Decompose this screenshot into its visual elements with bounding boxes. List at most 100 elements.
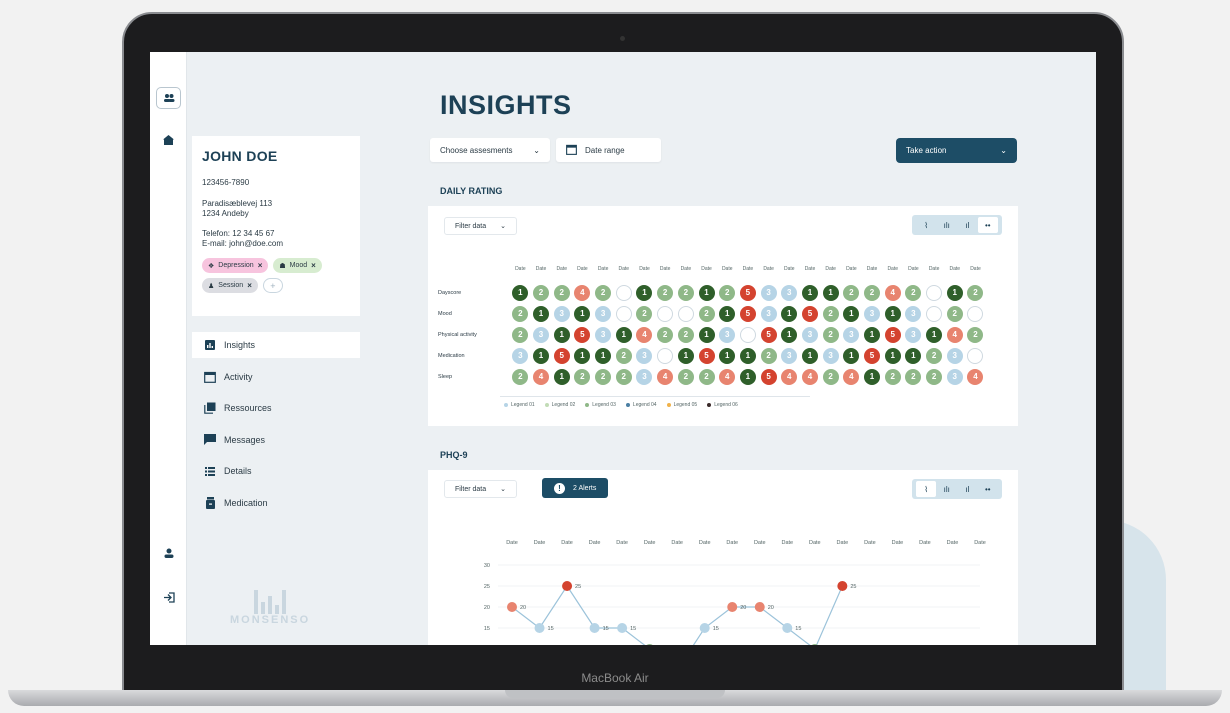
rating-cell[interactable]: 3 — [946, 347, 963, 364]
rating-cell[interactable]: 2 — [595, 284, 612, 301]
rating-cell[interactable]: 2 — [533, 284, 550, 301]
rating-cell[interactable]: 1 — [553, 368, 570, 385]
rating-cell[interactable]: 2 — [512, 368, 529, 385]
rating-cell[interactable]: 4 — [719, 368, 736, 385]
daily-filter-dropdown[interactable]: Filter data ⌄ — [444, 217, 517, 235]
rating-cell[interactable]: 5 — [760, 326, 777, 343]
rating-cell[interactable]: 5 — [739, 305, 756, 322]
rating-cell[interactable]: 2 — [905, 284, 922, 301]
nav-item-activity[interactable]: Activity — [192, 364, 360, 390]
rating-cell[interactable]: 1 — [884, 347, 901, 364]
rating-cell[interactable]: 2 — [884, 368, 901, 385]
rating-cell[interactable]: 1 — [533, 305, 550, 322]
nav-item-insights[interactable]: Insights — [192, 332, 360, 358]
rating-cell[interactable]: 3 — [512, 347, 529, 364]
rating-cell[interactable]: 1 — [533, 347, 550, 364]
rating-cell[interactable]: 4 — [801, 368, 818, 385]
rating-cell[interactable]: 2 — [574, 368, 591, 385]
rating-cell[interactable]: 3 — [781, 347, 798, 364]
rating-cell[interactable]: 1 — [574, 347, 591, 364]
rating-cell[interactable]: 1 — [843, 347, 860, 364]
rating-cell[interactable]: 1 — [677, 347, 694, 364]
dot-view-icon[interactable]: •• — [978, 481, 998, 497]
rating-cell[interactable] — [677, 305, 694, 322]
rating-cell[interactable]: 3 — [719, 326, 736, 343]
rating-cell[interactable]: 1 — [698, 284, 715, 301]
rating-cell[interactable] — [657, 347, 674, 364]
rating-cell[interactable]: 2 — [677, 326, 694, 343]
rating-cell[interactable]: 1 — [615, 326, 632, 343]
rating-cell[interactable]: 3 — [533, 326, 550, 343]
rating-cell[interactable]: 2 — [967, 326, 984, 343]
rating-cell[interactable]: 1 — [946, 284, 963, 301]
rating-cell[interactable] — [615, 284, 632, 301]
rating-cell[interactable]: 3 — [636, 347, 653, 364]
rating-cell[interactable]: 5 — [574, 326, 591, 343]
nav-item-medication[interactable]: Medication — [192, 490, 360, 516]
rating-cell[interactable]: 2 — [822, 326, 839, 343]
rating-cell[interactable]: 2 — [946, 305, 963, 322]
rating-cell[interactable]: 3 — [553, 305, 570, 322]
rating-cell[interactable]: 1 — [864, 326, 881, 343]
rating-cell[interactable]: 3 — [843, 326, 860, 343]
stacked-view-icon[interactable]: ıl — [957, 481, 977, 497]
rating-cell[interactable]: 2 — [760, 347, 777, 364]
rating-cell[interactable]: 4 — [636, 326, 653, 343]
rating-cell[interactable]: 5 — [864, 347, 881, 364]
stacked-view-icon[interactable]: ıl — [957, 217, 977, 233]
rating-cell[interactable]: 1 — [884, 305, 901, 322]
rating-cell[interactable]: 2 — [512, 305, 529, 322]
rating-cell[interactable]: 2 — [615, 368, 632, 385]
rating-cell[interactable]: 4 — [574, 284, 591, 301]
rating-cell[interactable]: 4 — [967, 368, 984, 385]
rating-cell[interactable]: 5 — [553, 347, 570, 364]
rating-cell[interactable]: 4 — [946, 326, 963, 343]
rating-cell[interactable] — [615, 305, 632, 322]
bar-view-icon[interactable]: ılı — [937, 217, 957, 233]
rating-cell[interactable]: 1 — [512, 284, 529, 301]
rating-cell[interactable]: 2 — [698, 368, 715, 385]
rating-cell[interactable] — [967, 305, 984, 322]
bar-view-icon[interactable]: ılı — [937, 481, 957, 497]
rating-cell[interactable]: 1 — [781, 326, 798, 343]
rating-cell[interactable]: 2 — [677, 284, 694, 301]
user-icon[interactable] — [156, 542, 181, 564]
rating-cell[interactable]: 1 — [905, 347, 922, 364]
remove-tag-icon[interactable]: × — [258, 261, 263, 270]
rating-cell[interactable]: 3 — [905, 326, 922, 343]
rating-cell[interactable]: 3 — [864, 305, 881, 322]
rating-cell[interactable]: 3 — [946, 368, 963, 385]
rating-cell[interactable]: 3 — [595, 305, 612, 322]
remove-tag-icon[interactable]: × — [247, 281, 252, 290]
rating-cell[interactable]: 2 — [553, 284, 570, 301]
rating-cell[interactable]: 3 — [905, 305, 922, 322]
rating-cell[interactable]: 1 — [595, 347, 612, 364]
rating-cell[interactable]: 3 — [781, 284, 798, 301]
rating-cell[interactable]: 4 — [781, 368, 798, 385]
tag-depression[interactable]: ❖ Depression × — [202, 258, 269, 273]
rating-cell[interactable]: 1 — [698, 326, 715, 343]
rating-cell[interactable]: 2 — [698, 305, 715, 322]
rating-cell[interactable]: 1 — [553, 326, 570, 343]
rating-cell[interactable]: 4 — [533, 368, 550, 385]
rating-cell[interactable]: 2 — [864, 284, 881, 301]
rating-cell[interactable]: 1 — [739, 368, 756, 385]
rating-cell[interactable]: 1 — [822, 284, 839, 301]
rating-cell[interactable]: 5 — [739, 284, 756, 301]
rating-cell[interactable]: 5 — [884, 326, 901, 343]
rating-cell[interactable]: 2 — [843, 284, 860, 301]
date-range-button[interactable]: Date range — [556, 138, 661, 162]
rating-cell[interactable] — [657, 305, 674, 322]
rating-cell[interactable]: 4 — [843, 368, 860, 385]
rating-cell[interactable]: 1 — [739, 347, 756, 364]
rating-cell[interactable]: 3 — [760, 305, 777, 322]
add-tag-button[interactable]: + — [262, 278, 283, 293]
rating-cell[interactable]: 2 — [822, 368, 839, 385]
rating-cell[interactable]: 2 — [822, 305, 839, 322]
rating-cell[interactable]: 1 — [926, 326, 943, 343]
rating-cell[interactable]: 4 — [657, 368, 674, 385]
phq9-filter-dropdown[interactable]: Filter data ⌄ — [444, 480, 517, 498]
rating-cell[interactable]: 1 — [781, 305, 798, 322]
rating-cell[interactable]: 2 — [905, 368, 922, 385]
dot-view-icon[interactable]: •• — [977, 217, 998, 233]
